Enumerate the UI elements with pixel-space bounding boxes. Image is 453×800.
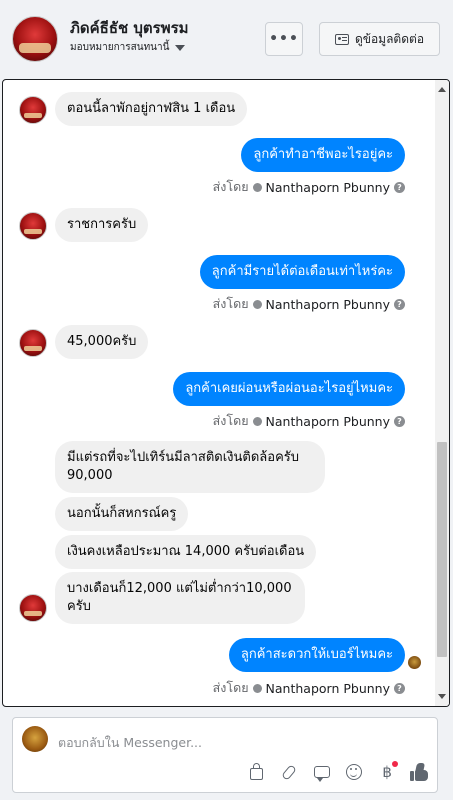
verified-check-icon (252, 299, 262, 309)
messenger-page: ภิดค์ธีธัช บุตรพรม มอบหมายการสนทนานี้ ••… (0, 0, 453, 800)
contact-card-icon (334, 33, 349, 45)
help-icon[interactable]: ? (394, 181, 405, 193)
help-icon[interactable]: ? (394, 682, 405, 694)
sent-by-line: ส่งโดย Nanthaporn Pbunny ? (213, 411, 405, 431)
sent-by-name: Nanthaporn Pbunny (265, 296, 390, 312)
verified-check-icon (252, 182, 262, 192)
payment-button[interactable]: ฿ (376, 761, 399, 783)
incoming-message: เงินคงเหลือประมาณ 14,000 ครับต่อเดือน (55, 535, 317, 569)
outgoing-message: ลูกค้าเคยผ่อนหรือผ่อนอะไรอยู่ไหมคะ (173, 372, 405, 406)
sent-by-name: Nanthaporn Pbunny (265, 680, 390, 696)
like-button[interactable] (409, 761, 431, 783)
assign-label: มอบหมายการสนทนานี้ (70, 42, 170, 53)
sent-by-line: ส่งโดย Nanthaporn Pbunny ? (213, 177, 405, 197)
sent-by-prefix: ส่งโดย (212, 680, 249, 695)
assign-conversation-dropdown[interactable]: มอบหมายการสนทนานี้ (70, 40, 186, 55)
more-dots-icon: ••• (269, 31, 299, 47)
sent-by-name: Nanthaporn Pbunny (265, 179, 390, 195)
incoming-message: บางเดือนก็12,000 แต่ไม่ต่ำกว่า10,000 ครั… (55, 572, 305, 624)
message-thread[interactable]: ตอนนี้ลาพักอยู่กาฬสิน 1 เดือน ลูกค้าทำอา… (2, 79, 450, 707)
scroll-thumb[interactable] (437, 442, 447, 657)
shopping-bag-icon (249, 762, 263, 780)
chevron-down-icon (175, 44, 186, 51)
outgoing-message: ลูกค้ามีรายได้ต่อเดือนเท่าไหร่คะ (199, 255, 405, 289)
sent-by-name: Nanthaporn Pbunny (265, 413, 390, 429)
incoming-message: ตอนนี้ลาพักอยู่กาฬสิน 1 เดือน (55, 92, 248, 126)
incoming-message: นอกนั้นก็สหกรณ์ครู (55, 497, 189, 531)
sent-by-prefix: ส่งโดย (212, 179, 249, 194)
speech-bubble-icon (313, 766, 330, 782)
reply-input[interactable]: ตอบกลับใน Messenger... (58, 733, 202, 753)
contact-name[interactable]: ภิดค์ธีธัช บุตรพรม (70, 16, 189, 40)
incoming-message: มีแต่รถที่จะไปเทิร์นมีลาสติดเงินติดล้อคร… (55, 441, 325, 493)
sent-by-line: ส่งโดย Nanthaporn Pbunny ? (213, 294, 405, 314)
attach-button[interactable] (278, 761, 300, 783)
verified-check-icon (252, 416, 262, 426)
scroll-down-arrow-icon[interactable] (438, 694, 446, 699)
paperclip-icon (280, 763, 297, 781)
sender-avatar (19, 96, 47, 124)
sent-by-prefix: ส่งโดย (212, 296, 249, 311)
help-icon[interactable]: ? (394, 298, 405, 310)
saved-replies-button[interactable] (311, 761, 333, 783)
help-icon[interactable]: ? (394, 415, 405, 427)
view-contact-info-button[interactable]: ดูข้อมูลติดต่อ (319, 22, 440, 56)
notification-dot (392, 761, 399, 767)
sent-by-prefix: ส่งโดย (212, 413, 249, 428)
sent-by-line: ส่งโดย Nanthaporn Pbunny ? (213, 678, 405, 698)
sender-avatar (19, 329, 47, 357)
smiley-icon (346, 764, 363, 780)
sender-avatar (19, 594, 47, 622)
view-contact-info-label: ดูข้อมูลติดต่อ (354, 31, 425, 46)
scroll-up-arrow-icon[interactable] (438, 87, 446, 92)
sender-avatar (19, 212, 47, 240)
conversation-header: ภิดค์ธีธัช บุตรพรม มอบหมายการสนทนานี้ ••… (0, 0, 453, 78)
composer-toolbar: ฿ (245, 760, 431, 784)
scrollbar[interactable] (435, 80, 449, 706)
seen-avatar (408, 656, 421, 669)
incoming-message: ราชการครับ (55, 208, 149, 242)
page-avatar (22, 726, 48, 752)
thumbs-up-icon (409, 762, 430, 782)
reply-composer: ตอบกลับใน Messenger... ฿ (12, 717, 438, 793)
contact-avatar[interactable] (12, 16, 58, 62)
shop-button[interactable] (245, 761, 267, 783)
outgoing-message: ลูกค้าทำอาชีพอะไรอยู่คะ (241, 138, 405, 172)
more-options-button[interactable]: ••• (265, 22, 303, 56)
outgoing-message: ลูกค้าสะดวกให้เบอร์ไหมคะ (228, 638, 405, 672)
baht-icon: ฿ (382, 763, 392, 781)
incoming-message: 45,000ครับ (55, 325, 149, 359)
verified-check-icon (252, 683, 262, 693)
emoji-button[interactable] (343, 761, 365, 783)
